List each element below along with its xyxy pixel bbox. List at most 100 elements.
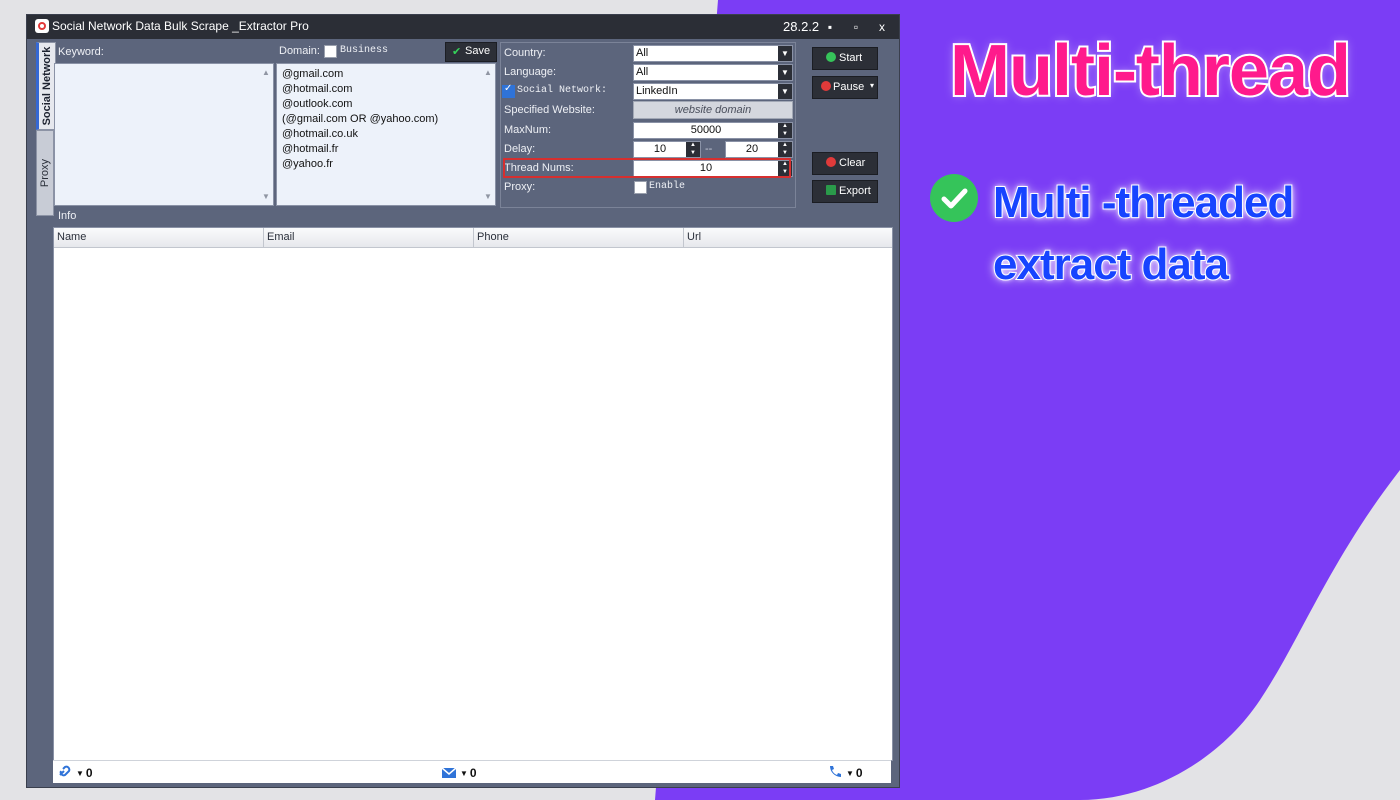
chevron-down-icon[interactable]: ▾ [870,81,874,90]
language-select[interactable]: All ▼ [633,64,793,81]
chevron-down-icon[interactable]: ▼ [778,84,792,99]
maxnum-stepper[interactable]: 50000 ▲ ▼ [633,122,793,139]
close-button[interactable]: x [873,18,891,36]
chevron-down-icon[interactable]: ▼ [778,65,792,80]
stepper-buttons[interactable]: ▲ ▼ [778,142,792,157]
column-header-email[interactable]: Email [264,228,474,247]
pause-button-label: Pause [833,81,865,93]
column-header-name[interactable]: Name [54,228,264,247]
results-table[interactable]: Name Email Phone Url [53,227,893,761]
start-button-label: Start [839,52,863,64]
language-label: Language: [504,66,556,78]
list-item: @hotmail.fr [282,143,339,155]
proxy-enable-checkbox[interactable] [634,181,647,194]
clear-button[interactable]: Clear [812,152,878,175]
check-mark-icon: ✔ [452,46,462,58]
language-value: All [636,66,649,78]
emails-count[interactable]: ▼ 0 [441,765,477,780]
domain-list-input[interactable]: @gmail.com @hotmail.com @outlook.com (@g… [276,63,496,206]
scroll-up-icon[interactable]: ▲ [484,68,492,77]
thread-nums-highlight [503,158,791,178]
link-icon [59,765,71,777]
column-header-url[interactable]: Url [684,228,892,247]
keyword-input[interactable]: ▲ ▼ [54,63,274,206]
list-item: @gmail.com [282,68,344,80]
window-title: Social Network Data Bulk Scrape _Extract… [52,19,309,33]
website-domain-input[interactable]: website domain [633,101,793,119]
links-count-value: 0 [85,766,93,780]
app-logo-icon [35,19,49,33]
list-item: (@gmail.com OR @yahoo.com) [282,113,439,125]
excel-icon [826,185,836,195]
list-item: @yahoo.fr [282,158,333,170]
column-header-phone[interactable]: Phone [474,228,684,247]
export-button-label: Export [839,185,871,197]
domain-scrollbar[interactable]: ▲ ▼ [481,64,495,205]
stepper-buttons[interactable]: ▲ ▼ [686,142,700,157]
title-bar[interactable]: Social Network Data Bulk Scrape _Extract… [27,15,899,39]
emails-count-value: 0 [469,766,477,780]
tab-social-network[interactable]: Social Network [36,42,56,130]
delay-min-value: 10 [653,143,667,155]
promo-headline: Multi-thread [948,29,1353,113]
country-label: Country: [504,47,546,59]
promo-feature-line-1: Multi -threaded [992,177,1295,228]
chevron-down-icon: ▼ [846,769,854,778]
status-bar: ▼ 0 ▼ 0 ▼ 0 [53,760,891,783]
promo-feature-line-2: extract data [992,239,1230,290]
minimize-button[interactable]: ▪ [821,18,839,36]
keyword-label: Keyword: [58,46,104,58]
app-window: Social Network Data Bulk Scrape _Extract… [26,14,900,788]
delay-label: Delay: [504,143,536,155]
scroll-down-icon[interactable]: ▼ [484,192,492,201]
start-button[interactable]: Start [812,47,878,70]
check-icon [930,174,978,222]
country-value: All [636,47,649,59]
delay-min-stepper[interactable]: 10 ▲ ▼ [633,141,701,158]
proxy-enable-label: Enable [649,181,686,192]
version-label: 28.2.2 [783,19,820,34]
chevron-down-icon: ▼ [76,769,84,778]
phones-count[interactable]: ▼ 0 [827,765,863,780]
list-item: @hotmail.com [282,83,353,95]
delay-max-value: 20 [745,143,759,155]
business-checkbox[interactable] [324,45,337,58]
domain-label: Domain: [279,45,320,57]
maximize-button[interactable]: ▫ [847,18,865,36]
domain-list: @gmail.com @hotmail.com @outlook.com (@g… [282,67,438,172]
links-count[interactable]: ▼ 0 [57,765,93,780]
phones-count-value: 0 [855,766,863,780]
email-icon [441,767,457,778]
info-label: Info [58,210,77,222]
chevron-down-icon[interactable]: ▼ [778,46,792,61]
clear-icon [826,157,836,167]
tab-proxy-label: Proxy [39,158,51,188]
social-network-value: LinkedIn [636,85,678,97]
tab-proxy[interactable]: Proxy [36,130,54,216]
delay-max-stepper[interactable]: 20 ▲ ▼ [725,141,793,158]
scroll-up-icon[interactable]: ▲ [262,68,270,77]
social-network-select[interactable]: LinkedIn ▼ [633,83,793,100]
country-select[interactable]: All ▼ [633,45,793,62]
list-item: @outlook.com [282,98,353,110]
tab-social-network-label: Social Network [41,46,53,126]
business-label: Business [340,45,389,56]
maxnum-label: MaxNum: [504,124,552,136]
save-button-label: Save [465,45,491,57]
stepper-buttons[interactable]: ▲ ▼ [778,123,792,138]
play-icon [826,52,836,62]
pause-icon [821,81,831,91]
specified-website-label: Specified Website: [504,104,595,116]
save-button[interactable]: ✔ Save [445,42,497,62]
list-item: @hotmail.co.uk [282,128,358,140]
table-header: Name Email Phone Url [54,228,892,248]
chevron-down-icon: ▼ [460,769,468,778]
pause-button[interactable]: Pause ▾ [812,76,878,99]
export-button[interactable]: Export [812,180,878,203]
keyword-scrollbar[interactable]: ▲ ▼ [259,64,273,205]
proxy-label: Proxy: [504,181,536,193]
social-network-checkbox[interactable] [502,83,515,98]
scroll-down-icon[interactable]: ▼ [262,192,270,201]
maxnum-value: 50000 [690,124,722,136]
delay-separator: -- [705,143,713,155]
